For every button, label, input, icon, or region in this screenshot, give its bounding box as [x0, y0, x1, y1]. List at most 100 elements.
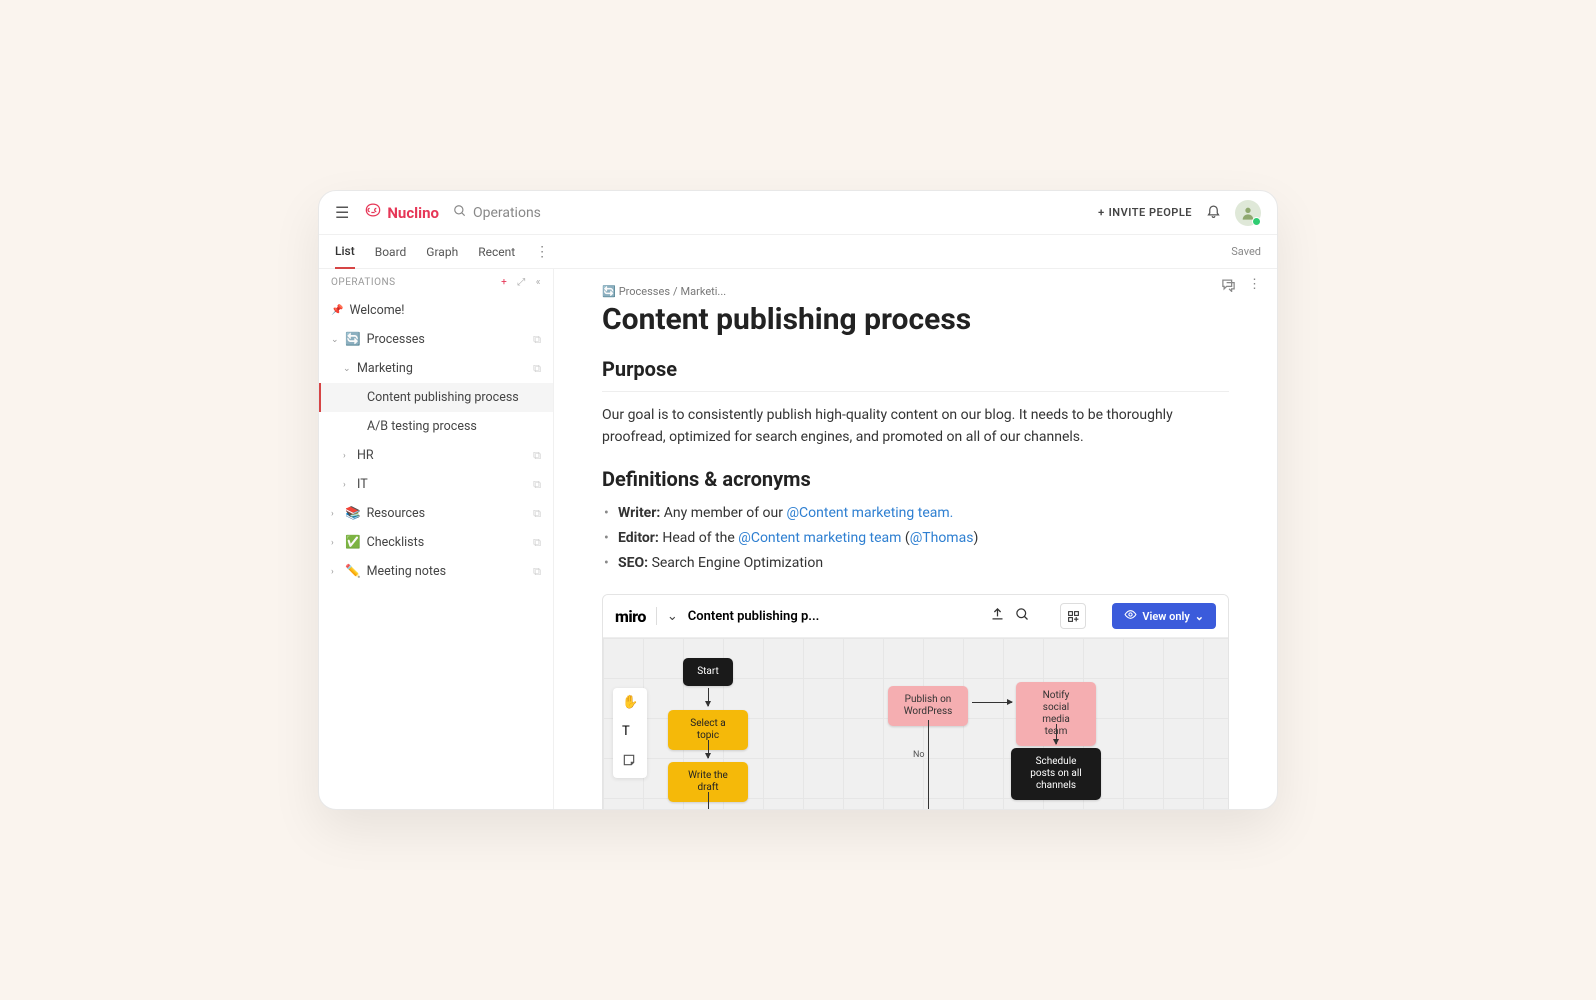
add-item-icon[interactable]: +: [501, 277, 507, 288]
page-icon[interactable]: ⧉: [533, 333, 541, 347]
sidebar-item-hr[interactable]: › HR ⧉: [319, 441, 553, 470]
list-item[interactable]: Editor: Head of the @Content marketing t…: [618, 526, 1229, 551]
page-icon[interactable]: ⧉: [533, 449, 541, 463]
logo-text: Nuclino: [387, 204, 439, 222]
sidebar-header: OPERATIONS + ⤢ «: [319, 269, 553, 296]
heading-definitions[interactable]: Definitions & acronyms: [602, 467, 1229, 491]
sidebar-item-it[interactable]: › IT ⧉: [319, 470, 553, 499]
chevron-right-icon: ›: [343, 451, 351, 461]
more-icon[interactable]: ⋮: [1248, 277, 1261, 296]
page-icon[interactable]: ⧉: [533, 478, 541, 492]
sidebar-title: OPERATIONS: [331, 277, 396, 288]
sidebar-item-label: Welcome!: [349, 303, 404, 318]
chevron-right-icon: ›: [343, 480, 351, 490]
sidebar-item-marketing[interactable]: ⌄ Marketing ⧉: [319, 354, 553, 383]
miro-logo[interactable]: miro: [615, 607, 646, 626]
sidebar-item-label: Marketing: [357, 361, 413, 376]
flow-arrow: [1056, 724, 1057, 744]
sidebar-item-label: HR: [357, 448, 374, 463]
page-icon[interactable]: ⧉: [533, 565, 541, 579]
logo[interactable]: Nuclino: [363, 202, 439, 223]
invite-icon: +⁠: [1098, 206, 1105, 219]
view-label: View only: [1142, 610, 1189, 623]
sidebar-item-ab-testing[interactable]: A/B testing process: [319, 412, 553, 441]
pencil-icon: ✏️: [345, 564, 361, 579]
page-icon[interactable]: ⧉: [533, 362, 541, 376]
sticky-tool-icon[interactable]: [613, 746, 647, 778]
view-tabs: List Board Graph Recent ⋮ Saved: [319, 235, 1277, 269]
breadcrumb-part: Processes: [619, 285, 670, 298]
page-icon[interactable]: ⧉: [533, 536, 541, 550]
chevron-down-icon: ⌄: [331, 335, 339, 345]
document-content: ⋮ 🔄 Processes / Marketi... Content publi…: [554, 269, 1277, 809]
board-menu-icon[interactable]: ⌄: [667, 609, 678, 624]
tab-board[interactable]: Board: [375, 236, 407, 268]
hand-tool-icon[interactable]: ✋: [613, 688, 647, 717]
invite-people-button[interactable]: +⁠ INVITE PEOPLE: [1098, 206, 1192, 219]
sidebar-item-label: IT: [357, 477, 368, 492]
purpose-paragraph[interactable]: Our goal is to consistently publish high…: [602, 404, 1229, 449]
flow-line: [928, 720, 929, 809]
flow-arrow: [708, 792, 709, 809]
flow-arrow: [708, 740, 709, 758]
chevron-down-icon: ⌄: [1195, 610, 1204, 623]
mention-link[interactable]: @Content marketing team.: [786, 505, 953, 521]
page-title[interactable]: Content publishing process: [602, 302, 1229, 337]
search-icon[interactable]: [1015, 607, 1030, 626]
flow-arrow: [972, 702, 1012, 703]
chevron-right-icon: ›: [331, 567, 339, 577]
avatar[interactable]: [1235, 200, 1261, 226]
breadcrumb-icon: 🔄: [602, 285, 616, 298]
expand-icon[interactable]: ⤢: [517, 277, 526, 288]
search-icon: [453, 204, 467, 222]
tab-graph[interactable]: Graph: [426, 236, 458, 268]
flow-node-start[interactable]: Start: [683, 658, 733, 686]
eye-icon: [1124, 608, 1137, 624]
heading-purpose[interactable]: Purpose: [602, 357, 1229, 381]
view-only-badge[interactable]: View only ⌄: [1112, 603, 1216, 629]
sidebar-item-label: Resources: [367, 506, 426, 521]
sidebar: OPERATIONS + ⤢ « 📌 Welcome! ⌄ 🔄 Processe…: [319, 269, 554, 809]
sidebar-item-processes[interactable]: ⌄ 🔄 Processes ⧉: [319, 325, 553, 354]
def-label: Editor:: [618, 530, 659, 546]
sidebar-item-content-publishing[interactable]: Content publishing process: [319, 383, 553, 412]
text-tool-icon[interactable]: T: [613, 717, 647, 746]
definitions-list[interactable]: Writer: Any member of our @Content marke…: [602, 501, 1229, 577]
breadcrumb[interactable]: 🔄 Processes / Marketi...: [602, 285, 1261, 298]
flow-node-schedule[interactable]: Schedule posts on all channels: [1011, 748, 1101, 800]
notifications-icon[interactable]: [1206, 203, 1221, 222]
sidebar-item-label: Checklists: [367, 535, 425, 550]
tab-more-icon[interactable]: ⋮: [535, 244, 549, 260]
page-icon[interactable]: ⧉: [533, 507, 541, 521]
comments-icon[interactable]: [1221, 277, 1236, 296]
embed-title[interactable]: Content publishing p...: [688, 609, 981, 624]
upload-icon[interactable]: [990, 607, 1005, 626]
collapse-icon[interactable]: «: [536, 277, 541, 288]
def-label: Writer:: [618, 505, 660, 521]
embed-toolbar: miro ⌄ Content publishing p...: [603, 595, 1228, 638]
mention-link[interactable]: @Content marketing team: [738, 530, 901, 546]
def-text: Any member of our: [660, 505, 786, 521]
brain-icon: [363, 202, 383, 223]
apps-icon[interactable]: [1060, 603, 1086, 629]
hamburger-icon[interactable]: ☰: [335, 203, 349, 222]
divider: [602, 391, 1229, 392]
search-input[interactable]: Operations: [453, 204, 541, 222]
miro-canvas[interactable]: ✋ T Start Select a topic Write the draft: [603, 638, 1228, 809]
folder-icon: 🔄: [345, 332, 361, 347]
def-label: SEO:: [618, 555, 648, 571]
sidebar-pinned-welcome[interactable]: 📌 Welcome!: [319, 296, 553, 325]
flow-label-no: No: [913, 750, 925, 760]
def-text: Search Engine Optimization: [648, 555, 823, 571]
tab-recent[interactable]: Recent: [478, 236, 515, 268]
sidebar-item-label: Content publishing process: [367, 390, 519, 405]
sidebar-item-checklists[interactable]: › ✅ Checklists ⧉: [319, 528, 553, 557]
list-item[interactable]: Writer: Any member of our @Content marke…: [618, 501, 1229, 526]
sidebar-item-label: Processes: [367, 332, 425, 347]
mention-link[interactable]: @Thomas: [910, 530, 974, 546]
sidebar-item-resources[interactable]: › 📚 Resources ⧉: [319, 499, 553, 528]
tab-list[interactable]: List: [335, 235, 355, 269]
sidebar-item-meeting-notes[interactable]: › ✏️ Meeting notes ⧉: [319, 557, 553, 586]
list-item[interactable]: SEO: Search Engine Optimization: [618, 551, 1229, 576]
app-window: ☰ Nuclino Operations +⁠ INVITE PEOPLE Li…: [318, 190, 1278, 810]
